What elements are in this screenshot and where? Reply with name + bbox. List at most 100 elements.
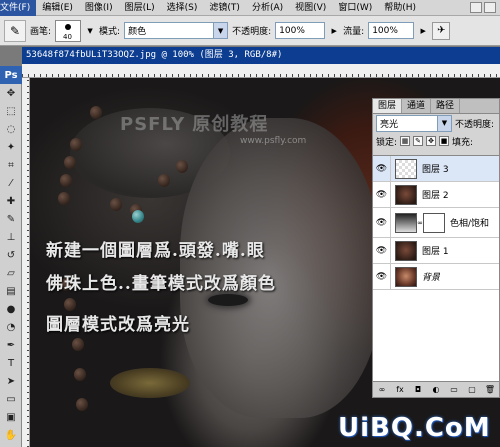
visibility-eye-icon[interactable]: 👁 [373,207,391,238]
vertical-ruler [22,78,30,447]
maximize-button[interactable] [484,2,496,13]
crop-tool-icon[interactable]: ⌗ [0,156,22,174]
bead [70,138,82,151]
menu-analysis[interactable]: 分析(A) [246,0,289,16]
menu-bar: 文件(F) 编辑(E) 图像(I) 图层(L) 选择(S) 滤镜(T) 分析(A… [0,0,500,16]
mode-select[interactable]: 颜色 ▼ [124,22,229,39]
menu-view[interactable]: 视图(V) [289,0,332,16]
lock-row: 锁定: ▦ ✎ ✥ ■ 填充: [373,132,499,150]
path-select-tool-icon[interactable]: ➤ [0,372,22,390]
marquee-tool-icon[interactable]: ⬚ [0,102,22,120]
airbrush-icon[interactable]: ✈ [432,21,451,40]
flow-slider-icon[interactable]: ▶ [418,23,428,38]
shape-tool-icon[interactable]: ▭ [0,390,22,408]
eyedropper-tool-icon[interactable]: ⁄ [0,174,22,192]
blur-tool-icon[interactable]: ● [0,300,22,318]
tab-layers[interactable]: 图层 [373,99,403,113]
adjustment-layer-icon[interactable]: ◐ [430,385,442,394]
add-mask-icon[interactable]: ◘ [412,385,424,394]
lock-position-icon[interactable]: ✥ [426,136,437,146]
brush-tool-icon-side[interactable]: ✎ [0,210,22,228]
layer-thumbnail [395,184,417,205]
layer-row[interactable]: 👁 图层 3 [373,155,499,182]
menu-select[interactable]: 选择(S) [161,0,204,16]
adjustment-thumbnail [395,212,417,233]
chevron-down-icon: ▼ [213,23,228,38]
minimize-button[interactable] [470,2,482,13]
brush-size: 40 [63,32,72,41]
lock-pixels-icon[interactable]: ✎ [413,136,424,146]
visibility-eye-icon[interactable]: 👁 [373,237,391,264]
layers-panel-footer: ∞ fx ◘ ◐ ▭ ▢ 🗑 [373,381,499,397]
layer-thumbnail [395,158,417,179]
bead [72,338,84,351]
move-tool-icon[interactable]: ✥ [0,84,22,102]
hand-tool-icon[interactable]: ✋ [0,426,22,444]
lock-transparency-icon[interactable]: ▦ [400,136,411,146]
lock-label: 锁定: [376,137,398,148]
menu-help[interactable]: 帮助(H) [378,0,422,16]
menu-window[interactable]: 窗口(W) [332,0,378,16]
layer-row[interactable]: 👁 背景 [373,263,499,290]
blend-mode-value: 亮光 [380,119,399,130]
bead [60,174,72,187]
brush-picker[interactable]: 40 [55,19,82,42]
tab-paths[interactable]: 路径 [431,99,461,113]
gradient-tool-icon[interactable]: ▤ [0,282,22,300]
bead [64,156,76,169]
opacity-input[interactable]: 100% [275,22,326,39]
trash-icon[interactable]: 🗑 [484,385,496,394]
menu-edit[interactable]: 编辑(E) [36,0,79,16]
visibility-eye-icon[interactable]: 👁 [373,181,391,208]
link-layers-icon[interactable]: ∞ [376,385,388,394]
bead [76,398,88,411]
layer-style-icon[interactable]: fx [394,385,406,394]
flow-value: 100% [372,25,398,36]
layer-row[interactable]: 👁 图层 2 [373,181,499,208]
dodge-tool-icon[interactable]: ◔ [0,318,22,336]
layer-thumbnail [395,240,417,261]
eraser-tool-icon[interactable]: ▱ [0,264,22,282]
options-bar: ✎ 画笔: 40 ▼ 模式: 颜色 ▼ 不透明度: 100% ▶ 流量: 100… [0,16,500,46]
visibility-eye-icon[interactable]: 👁 [373,155,391,182]
layer-name: 色相/饱和 [450,219,490,229]
new-layer-icon[interactable]: ▢ [466,385,478,394]
eye-image-region [208,294,248,306]
bead [110,198,122,211]
pen-tool-icon[interactable]: ✒ [0,336,22,354]
turquoise-bead [132,210,144,223]
site-logo: UiBQ.CoM [338,413,491,443]
tab-channels[interactable]: 通道 [402,99,432,113]
menu-image[interactable]: 图像(I) [79,0,119,16]
lasso-tool-icon[interactable]: ◌ [0,120,22,138]
layer-name: 背景 [422,273,441,283]
lock-all-icon[interactable]: ■ [439,136,450,146]
menu-filter[interactable]: 滤镜(T) [203,0,246,16]
notes-tool-icon[interactable]: ▣ [0,408,22,426]
type-tool-icon[interactable]: T [0,354,22,372]
ps-logo: Ps [0,66,22,84]
group-icon[interactable]: ▭ [448,385,460,394]
flow-input[interactable]: 100% [368,22,415,39]
layer-name: 图层 3 [422,165,449,175]
mode-label: 模式: [99,27,121,37]
opacity-slider-icon[interactable]: ▶ [329,23,339,38]
brush-tool-icon[interactable]: ✎ [4,19,26,42]
healing-tool-icon[interactable]: ✚ [0,192,22,210]
layer-row[interactable]: 👁 图层 1 [373,237,499,264]
face-image-region [180,118,380,418]
layer-list: 👁 图层 3 👁 图层 2 👁 ∞ 色相/饱和 👁 图层 1 👁 背景 [373,155,499,381]
blend-mode-select[interactable]: 亮光 ▼ [376,114,452,132]
magic-wand-tool-icon[interactable]: ✦ [0,138,22,156]
layer-name: 图层 2 [422,191,449,201]
menu-file[interactable]: 文件(F) [0,0,37,16]
blend-row: 亮光 ▼ 不透明度: [373,114,499,132]
layers-panel: 图层 通道 路径 亮光 ▼ 不透明度: 锁定: ▦ ✎ ✥ ■ 填充: 👁 图层… [372,98,500,398]
stamp-tool-icon[interactable]: ⊥ [0,228,22,246]
brush-dropdown-icon[interactable]: ▼ [85,23,95,38]
menu-layer[interactable]: 图层(L) [119,0,161,16]
instruction-line-1: 新建一個圖層爲.頭發.嘴.眼 [46,241,265,261]
visibility-eye-icon[interactable]: 👁 [373,263,391,290]
layer-row[interactable]: 👁 ∞ 色相/饱和 [373,207,499,238]
history-brush-tool-icon[interactable]: ↺ [0,246,22,264]
